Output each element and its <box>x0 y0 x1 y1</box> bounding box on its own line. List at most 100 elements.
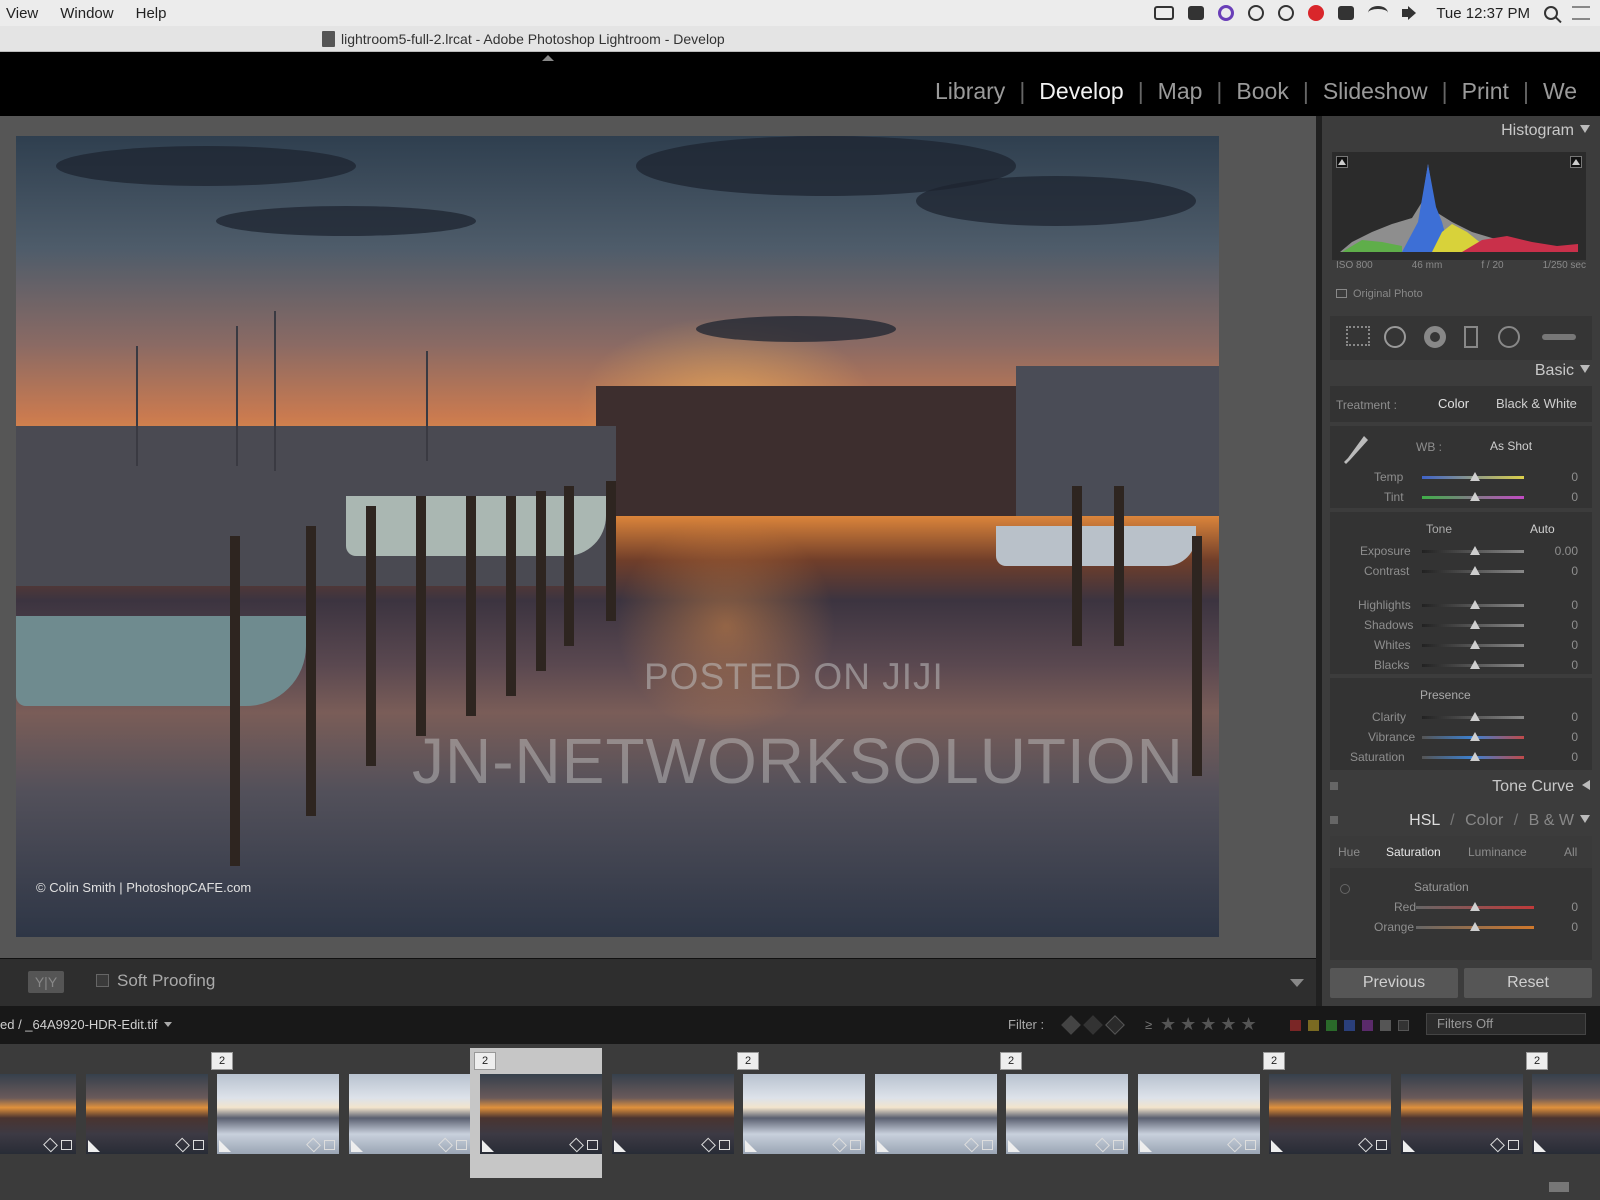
shadow-clipping-icon[interactable] <box>1336 156 1348 168</box>
stack-count-badge[interactable]: 2 <box>474 1052 496 1070</box>
filmstrip-thumbnail[interactable]: 2 <box>1522 1048 1600 1178</box>
stack-count-badge[interactable]: 2 <box>1000 1052 1022 1070</box>
blacks-slider[interactable] <box>1422 660 1524 669</box>
hsl-toggle[interactable] <box>1330 816 1338 824</box>
exposure-slider-knob[interactable] <box>1470 546 1480 555</box>
saturation-value[interactable]: 0 <box>1571 750 1578 764</box>
contrast-slider[interactable] <box>1422 566 1524 575</box>
hsl-tab-bw[interactable]: B & W <box>1529 812 1574 829</box>
filmstrip-thumbnail[interactable]: 2 <box>470 1048 602 1178</box>
hsl-tab-luminance[interactable]: Luminance <box>1468 845 1527 859</box>
tone-curve-header[interactable]: Tone Curve <box>1492 778 1590 796</box>
filmstrip-scroll-thumb[interactable] <box>1549 1182 1569 1192</box>
vibrance-slider-knob[interactable] <box>1470 732 1480 741</box>
shadows-slider-knob[interactable] <box>1470 620 1480 629</box>
spotlight-search-icon[interactable] <box>1544 6 1558 20</box>
filmstrip-thumbnail[interactable]: 2 <box>207 1048 339 1178</box>
temp-slider[interactable] <box>1422 472 1524 481</box>
stack-count-badge[interactable]: 2 <box>211 1052 233 1070</box>
module-map[interactable]: Map <box>1158 78 1203 105</box>
color-label-custom[interactable] <box>1380 1020 1391 1031</box>
unflagged-icon[interactable] <box>1083 1015 1103 1035</box>
screen-record-icon[interactable] <box>1154 6 1175 20</box>
blacks-slider-knob[interactable] <box>1470 660 1480 669</box>
clarity-slider[interactable] <box>1422 712 1524 721</box>
red-value[interactable]: 0 <box>1571 900 1578 914</box>
hsl-tab-hue[interactable]: Hue <box>1338 845 1360 859</box>
filmstrip-thumbnail[interactable] <box>0 1048 76 1178</box>
source-path[interactable]: ed / _64A9920-HDR-Edit.tif <box>0 1017 172 1032</box>
blacks-value[interactable]: 0 <box>1571 658 1578 672</box>
tint-value[interactable]: 0 <box>1571 490 1578 504</box>
hsl-tab-saturation[interactable]: Saturation <box>1386 845 1441 859</box>
photo-preview[interactable]: © Colin Smith | PhotoshopCAFE.com POSTED… <box>16 136 1219 937</box>
highlights-value[interactable]: 0 <box>1571 598 1578 612</box>
filmstrip-thumbnail[interactable] <box>1128 1048 1260 1178</box>
target-adjust-icon[interactable] <box>1340 884 1350 894</box>
reject-flag-icon[interactable] <box>1105 1015 1125 1035</box>
vibrance-slider[interactable] <box>1422 732 1524 741</box>
wb-select[interactable]: As Shot <box>1490 439 1532 453</box>
filmstrip-thumbnail[interactable] <box>1391 1048 1523 1178</box>
hsl-header[interactable]: HSL / Color / B & W <box>1409 812 1590 830</box>
color-label-yellow[interactable] <box>1308 1020 1319 1031</box>
whites-value[interactable]: 0 <box>1571 638 1578 652</box>
vibrance-value[interactable]: 0 <box>1571 730 1578 744</box>
graduated-filter-icon[interactable] <box>1464 326 1478 348</box>
module-book[interactable]: Book <box>1236 78 1288 105</box>
adjustment-brush-icon[interactable] <box>1542 334 1576 340</box>
module-develop[interactable]: Develop <box>1039 78 1123 105</box>
clarity-slider-knob[interactable] <box>1470 712 1480 721</box>
orange-value[interactable]: 0 <box>1571 920 1578 934</box>
hsl-tab-color[interactable]: Color <box>1465 812 1503 829</box>
highlights-slider[interactable] <box>1422 600 1524 609</box>
highlight-clipping-icon[interactable] <box>1570 156 1582 168</box>
orange-saturation-slider[interactable] <box>1416 922 1534 931</box>
exposure-value[interactable]: 0.00 <box>1555 544 1578 558</box>
original-photo-checkbox[interactable] <box>1336 289 1347 298</box>
menu-window[interactable]: Window <box>60 5 113 22</box>
original-photo-toggle[interactable]: Original Photo <box>1336 288 1423 300</box>
histogram-header[interactable]: Histogram <box>1501 122 1590 140</box>
toolbar-menu-icon[interactable] <box>1290 979 1304 987</box>
module-slideshow[interactable]: Slideshow <box>1323 78 1428 105</box>
notification-center-icon[interactable] <box>1572 6 1590 20</box>
filmstrip-thumbnail[interactable] <box>76 1048 208 1178</box>
stack-count-badge[interactable]: 2 <box>737 1052 759 1070</box>
volume-icon[interactable] <box>1402 6 1422 20</box>
shadows-value[interactable]: 0 <box>1571 618 1578 632</box>
contrast-slider-knob[interactable] <box>1470 566 1480 575</box>
color-label-red[interactable] <box>1290 1020 1301 1031</box>
exposure-slider[interactable] <box>1422 546 1524 555</box>
wb-eyedropper-icon[interactable] <box>1340 432 1370 472</box>
reset-button[interactable]: Reset <box>1464 968 1592 998</box>
dropbox-icon[interactable] <box>1188 6 1205 20</box>
highlights-slider-knob[interactable] <box>1470 600 1480 609</box>
auto-tone-button[interactable]: Auto <box>1530 522 1555 536</box>
spot-removal-icon[interactable] <box>1384 326 1406 348</box>
clarity-value[interactable]: 0 <box>1571 710 1578 724</box>
wifi-icon[interactable] <box>1368 6 1389 20</box>
tint-slider[interactable] <box>1422 492 1524 501</box>
stack-count-badge[interactable]: 2 <box>1526 1052 1548 1070</box>
color-label-blue[interactable] <box>1344 1020 1355 1031</box>
saturation-slider-knob[interactable] <box>1470 752 1480 761</box>
password-manager-icon[interactable] <box>1278 5 1295 21</box>
filmstrip-thumbnail[interactable]: 2 <box>733 1048 865 1178</box>
app-status-icon[interactable] <box>1218 5 1235 21</box>
temp-value[interactable]: 0 <box>1571 470 1578 484</box>
saturation-slider[interactable] <box>1422 752 1524 761</box>
red-eye-icon[interactable] <box>1424 326 1446 348</box>
backup-icon[interactable] <box>1338 6 1355 20</box>
basic-header[interactable]: Basic <box>1535 362 1590 380</box>
previous-button[interactable]: Previous <box>1330 968 1458 998</box>
whites-slider-knob[interactable] <box>1470 640 1480 649</box>
radial-filter-icon[interactable] <box>1498 326 1520 348</box>
menubar-clock[interactable]: Tue 12:37 PM <box>1436 5 1530 22</box>
tint-slider-knob[interactable] <box>1470 492 1480 501</box>
module-library[interactable]: Library <box>935 78 1005 105</box>
soft-proofing-checkbox[interactable] <box>96 974 109 987</box>
color-label-green[interactable] <box>1326 1020 1337 1031</box>
crop-tool-icon[interactable] <box>1346 326 1370 346</box>
filter-preset-select[interactable]: Filters Off <box>1426 1013 1586 1035</box>
